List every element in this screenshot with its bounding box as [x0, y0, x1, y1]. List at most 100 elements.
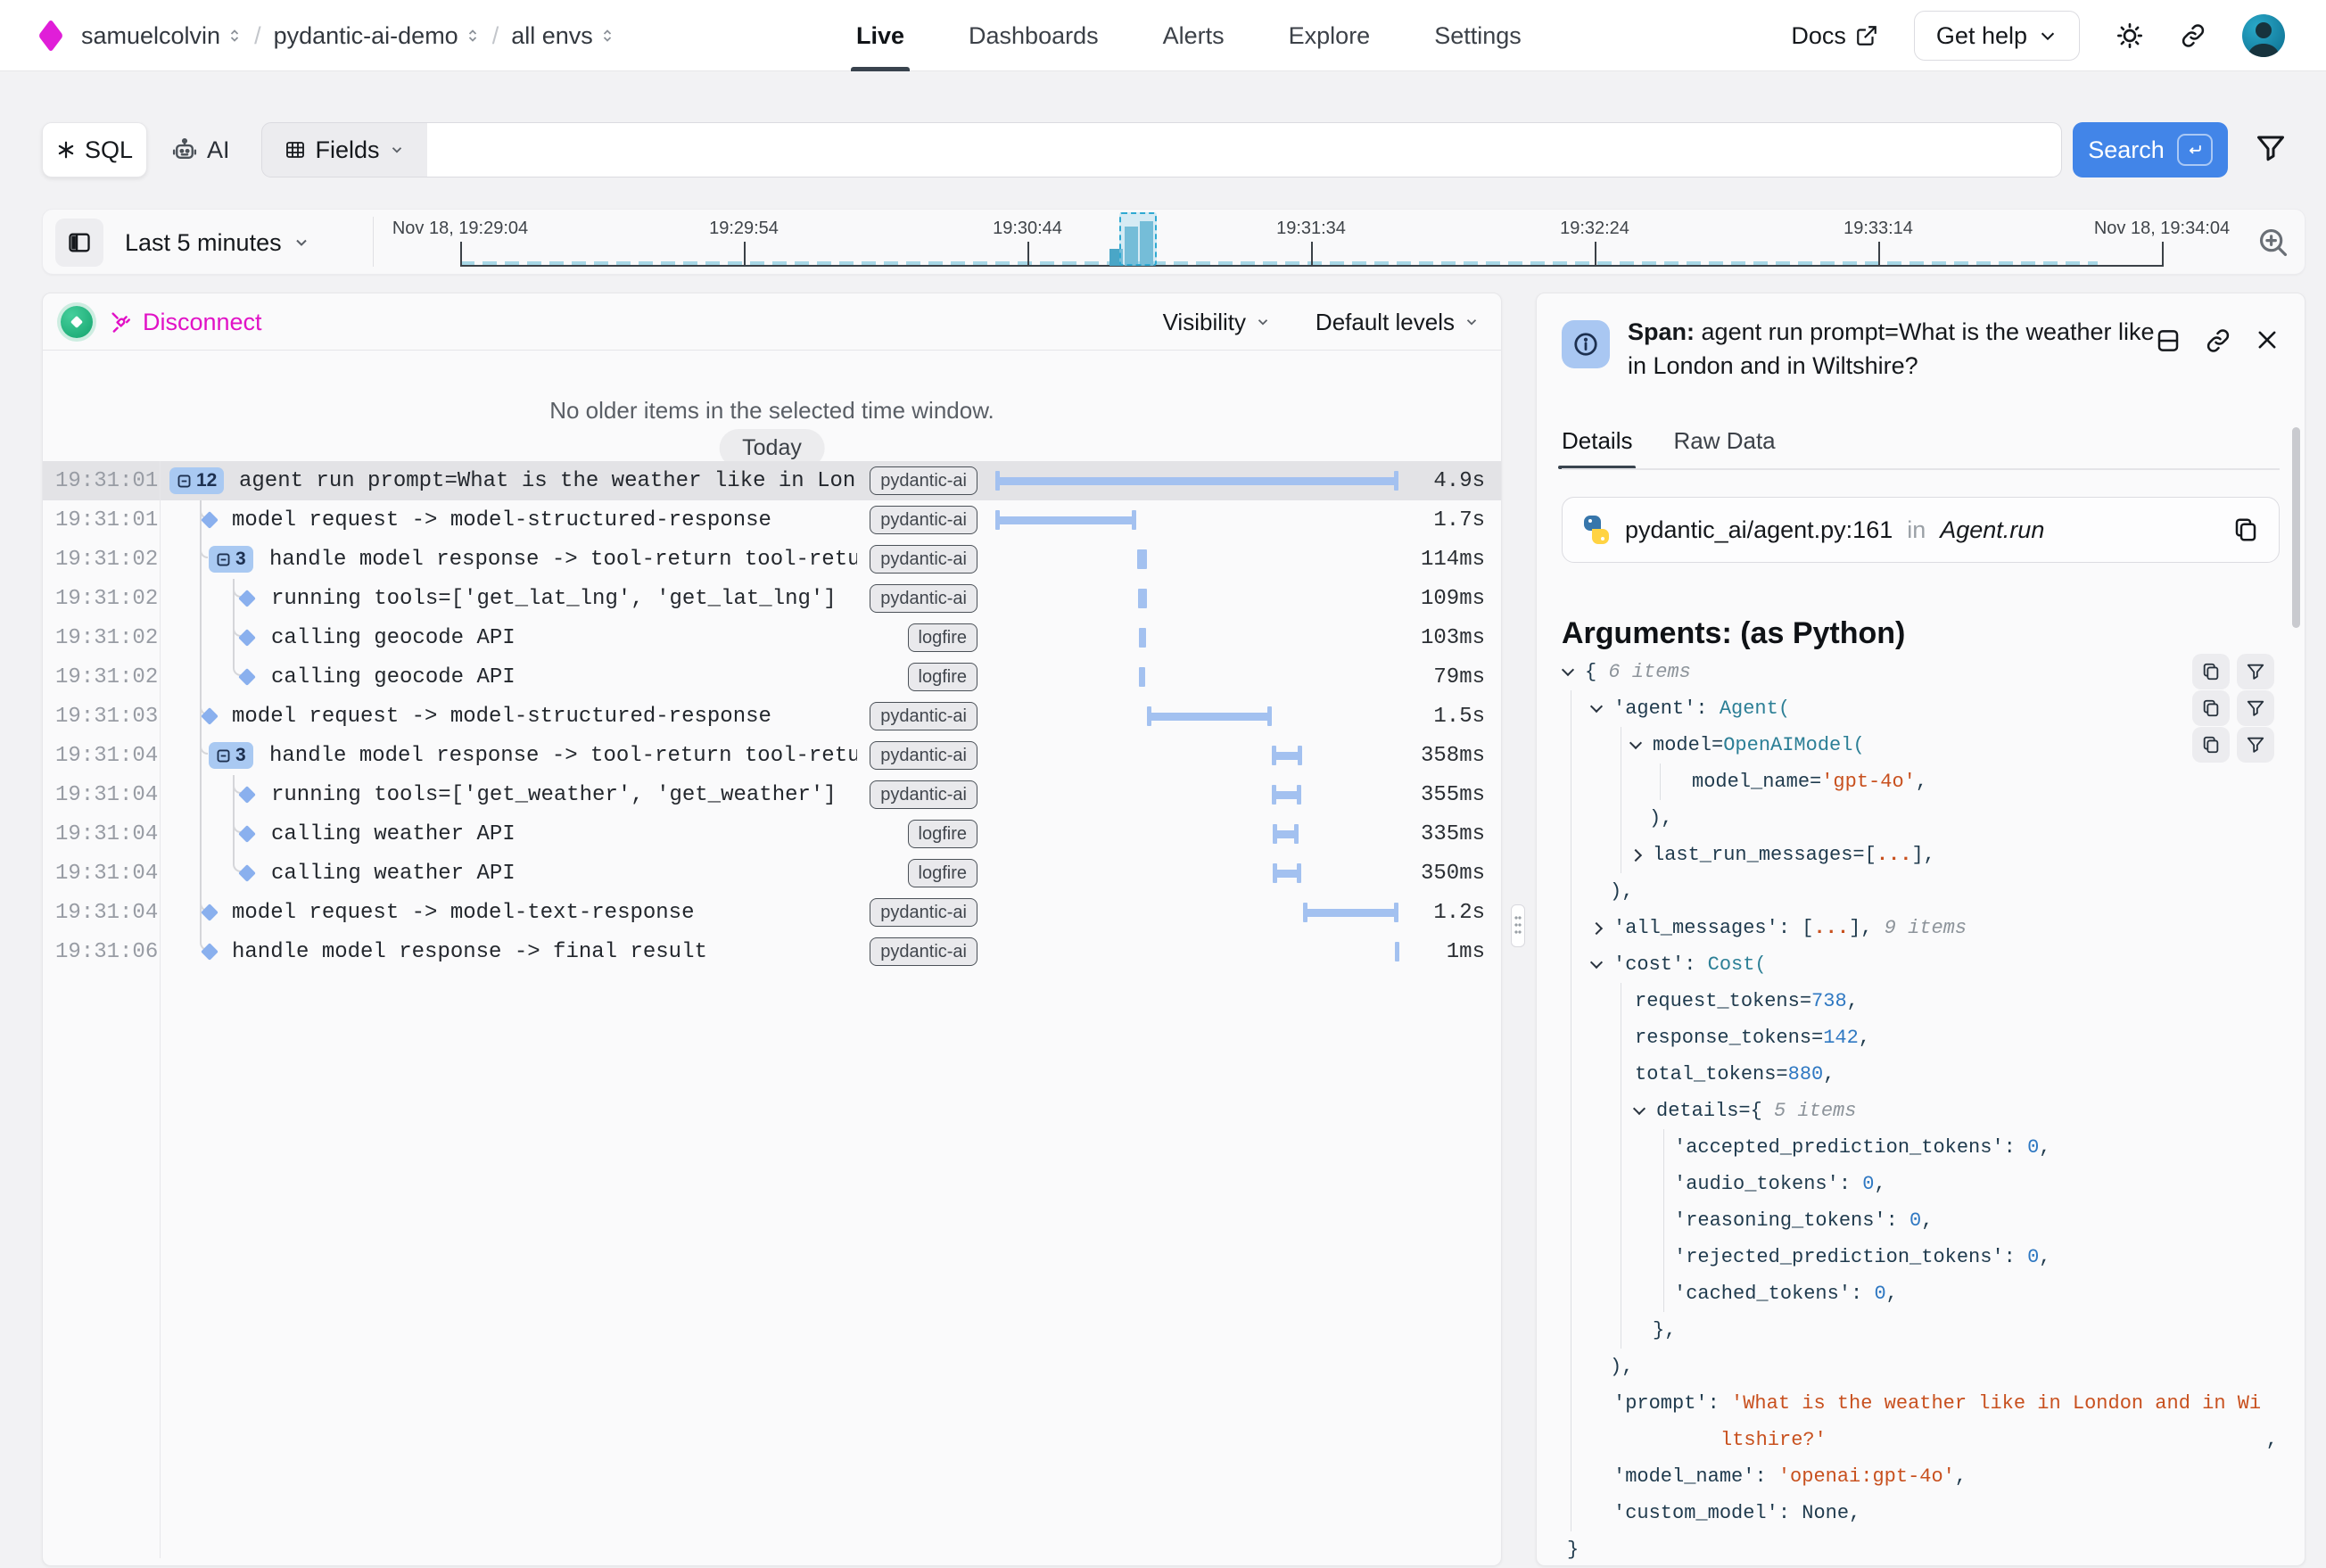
- share-link-icon[interactable]: [2180, 22, 2206, 49]
- close-panel-button[interactable]: [2255, 327, 2280, 354]
- code-text: 'gpt-4o': [1821, 771, 1916, 793]
- fields-dropdown[interactable]: Fields: [261, 122, 428, 177]
- query-input[interactable]: [427, 122, 2062, 177]
- chevron-down-icon: [2038, 26, 2058, 45]
- tab-details[interactable]: Details: [1562, 427, 1632, 467]
- indent-guide: [1663, 1275, 1664, 1312]
- trace-row[interactable]: 19:31:03model request -> model-structure…: [43, 697, 1501, 736]
- code-text: 0: [1909, 1209, 1921, 1232]
- copy-span-link-button[interactable]: [2205, 327, 2231, 354]
- trace-row[interactable]: 19:31:043handle model response -> tool-r…: [43, 736, 1501, 775]
- scrollbar-thumb[interactable]: [2292, 427, 2300, 628]
- collapse-toggle-icon[interactable]: [1633, 1102, 1646, 1115]
- docs-link[interactable]: Docs: [1791, 22, 1878, 50]
- nav-tab-live[interactable]: Live: [856, 0, 904, 71]
- breadcrumb-project[interactable]: pydantic-ai-demo: [274, 22, 480, 50]
- code-text: ,: [1886, 1283, 1898, 1305]
- zoom-in-icon[interactable]: [2256, 226, 2290, 260]
- code-text: 0: [2027, 1136, 2039, 1159]
- tag-badge[interactable]: logfire: [908, 663, 977, 691]
- tag-badge[interactable]: pydantic-ai: [870, 584, 977, 613]
- collapse-count-badge[interactable]: 3: [209, 742, 253, 769]
- search-button[interactable]: Search: [2073, 122, 2228, 177]
- filter-value-button[interactable]: [2237, 727, 2274, 763]
- info-icon: [1572, 331, 1599, 358]
- collapse-toggle-icon[interactable]: [1590, 700, 1603, 713]
- sql-mode-button[interactable]: SQL: [42, 122, 147, 177]
- copy-value-button[interactable]: [2192, 654, 2230, 689]
- default-levels-dropdown[interactable]: Default levels: [1316, 293, 1480, 351]
- tab-raw-data[interactable]: Raw Data: [1673, 427, 1775, 467]
- tag-badge[interactable]: pydantic-ai: [870, 702, 977, 730]
- copy-value-button[interactable]: [2192, 690, 2230, 726]
- code-text: ,: [1874, 1173, 1885, 1195]
- trace-row[interactable]: 19:31:04calling weather APIlogfire335ms: [43, 814, 1501, 854]
- trace-row[interactable]: 19:31:02running tools=['get_lat_lng', 'g…: [43, 579, 1501, 618]
- trace-row[interactable]: 19:31:02calling geocode APIlogfire103ms: [43, 618, 1501, 657]
- filter-value-button[interactable]: [2237, 654, 2274, 689]
- code-line: 'prompt': 'What is the weather like in L…: [1563, 1385, 2278, 1422]
- tag-badge[interactable]: pydantic-ai: [870, 898, 977, 927]
- tag-badge[interactable]: pydantic-ai: [870, 506, 977, 534]
- collapse-count-badge[interactable]: 12: [169, 467, 224, 494]
- code-line: { 6 items: [1563, 654, 2278, 690]
- sidebar-toggle-button[interactable]: [55, 219, 103, 267]
- row-duration: 79ms: [1405, 665, 1485, 689]
- trace-row[interactable]: 19:31:04model request -> model-text-resp…: [43, 893, 1501, 932]
- expand-toggle-icon[interactable]: [1629, 849, 1642, 862]
- trace-row[interactable]: 19:31:04calling weather APIlogfire350ms: [43, 854, 1501, 893]
- tag-badge[interactable]: pydantic-ai: [870, 780, 977, 809]
- dock-panel-button[interactable]: [2155, 327, 2182, 354]
- row-timestamp: 19:31:04: [55, 744, 158, 768]
- nav-tab-explore[interactable]: Explore: [1289, 0, 1371, 71]
- code-text: }: [1567, 1539, 1579, 1561]
- user-avatar[interactable]: [2242, 14, 2285, 57]
- filter-value-button[interactable]: [2237, 690, 2274, 726]
- panel-resize-handle[interactable]: [1511, 904, 1525, 947]
- code-text: 'prompt': [1613, 1392, 1708, 1415]
- filter-icon[interactable]: [2255, 132, 2287, 164]
- breadcrumb-org[interactable]: samuelcolvin: [81, 22, 242, 50]
- copy-value-button[interactable]: [2192, 727, 2230, 763]
- code-line: 'custom_model': None,: [1563, 1495, 2278, 1531]
- tick-mark: [460, 242, 462, 266]
- trace-row[interactable]: 19:31:0112agent run prompt=What is the w…: [43, 461, 1501, 500]
- tick-mark: [1311, 242, 1313, 266]
- tag-badge[interactable]: pydantic-ai: [870, 545, 977, 574]
- nav-tab-dashboards[interactable]: Dashboards: [969, 0, 1099, 71]
- nav-tab-alerts[interactable]: Alerts: [1163, 0, 1225, 71]
- collapse-count-badge[interactable]: 3: [209, 546, 253, 573]
- code-text: :: [2004, 1136, 2027, 1159]
- copy-icon[interactable]: [2232, 516, 2259, 543]
- trace-row[interactable]: 19:31:01model request -> model-structure…: [43, 500, 1501, 540]
- trace-row[interactable]: 19:31:023handle model response -> tool-r…: [43, 540, 1501, 579]
- ai-mode-button[interactable]: AI: [171, 122, 230, 177]
- collapse-toggle-icon[interactable]: [1629, 737, 1642, 749]
- code-line: 'cost': Cost(: [1563, 946, 2278, 983]
- arguments-heading: Arguments: (as Python): [1562, 616, 1905, 651]
- tag-badge[interactable]: logfire: [908, 820, 977, 848]
- tag-badge[interactable]: logfire: [908, 623, 977, 652]
- get-help-button[interactable]: Get help: [1914, 11, 2080, 61]
- code-text: :: [2004, 1246, 2027, 1268]
- tag-badge[interactable]: logfire: [908, 859, 977, 887]
- disconnect-button[interactable]: Disconnect: [109, 293, 262, 351]
- trace-row[interactable]: 19:31:06handle model response -> final r…: [43, 932, 1501, 971]
- collapse-toggle-icon[interactable]: [1590, 956, 1603, 969]
- collapse-toggle-icon[interactable]: [1562, 664, 1574, 676]
- tag-badge[interactable]: pydantic-ai: [870, 741, 977, 770]
- nav-tab-settings[interactable]: Settings: [1434, 0, 1522, 71]
- trace-row[interactable]: 19:31:04running tools=['get_weather', 'g…: [43, 775, 1501, 814]
- tag-badge[interactable]: pydantic-ai: [870, 466, 977, 495]
- time-selection[interactable]: [1119, 212, 1157, 266]
- time-range-dropdown[interactable]: Last 5 minutes: [125, 210, 310, 276]
- visibility-dropdown[interactable]: Visibility: [1163, 293, 1271, 351]
- theme-sun-icon[interactable]: [2116, 21, 2144, 50]
- trace-row[interactable]: 19:31:02calling geocode APIlogfire79ms: [43, 657, 1501, 697]
- expand-toggle-icon[interactable]: [1590, 922, 1603, 935]
- code-tool-pair: [2192, 727, 2274, 763]
- breadcrumb-env[interactable]: all envs: [511, 22, 614, 50]
- breadcrumb-separator: /: [492, 22, 499, 50]
- live-traces-panel: Disconnect Visibility Default levels No …: [42, 293, 1502, 1566]
- tag-badge[interactable]: pydantic-ai: [870, 937, 977, 966]
